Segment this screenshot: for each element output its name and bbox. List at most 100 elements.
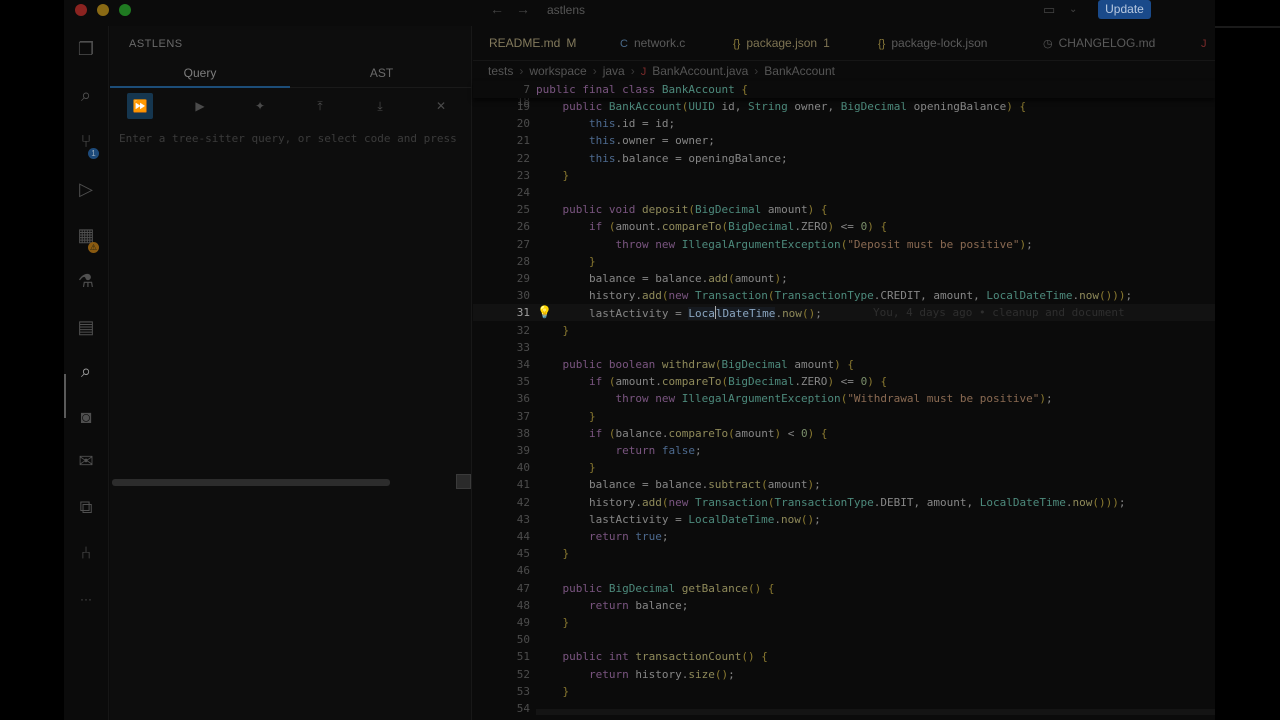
breadcrumb-class[interactable]: BankAccount <box>764 64 835 78</box>
minimize-window-button[interactable] <box>97 4 109 16</box>
line-number: 23 <box>516 168 530 182</box>
code-line[interactable]: return false; <box>536 444 701 457</box>
breadcrumb-tests[interactable]: tests <box>488 64 513 78</box>
line-number: 53 <box>516 684 530 698</box>
code-line[interactable]: balance = balance.add(amount); <box>536 272 788 285</box>
generate-query-button[interactable]: ✦ <box>247 93 273 119</box>
line-number: 7 <box>523 83 530 96</box>
warning-badge: ⚠ <box>88 242 99 253</box>
code-line[interactable]: public int transactionCount() { <box>536 650 768 663</box>
line-number: 29 <box>516 272 530 285</box>
line-number: 31 <box>516 306 530 320</box>
code-line[interactable]: if (amount.compareTo(BigDecimal.ZERO) <=… <box>536 220 887 233</box>
code-line[interactable]: balance = balance.subtract(amount); <box>536 478 821 491</box>
code-line[interactable]: throw new IllegalArgumentException("Depo… <box>536 238 1032 251</box>
line-number: 54 <box>516 702 530 715</box>
line-number: 28 <box>516 254 530 268</box>
code-line[interactable]: } <box>536 547 570 560</box>
code-line[interactable]: } <box>536 616 570 629</box>
line-number: 20 <box>516 117 530 131</box>
run-debug-icon[interactable]: ▷ <box>75 178 97 200</box>
vscode-window: ← → astlens ▭ ⌄ Update ❐ ⌕ ⑂ 1 ▷ ▦ ⚠ ⚗ ▤ ⌕ ◙ ✉ ⧉ ⑃ ···… <box>64 0 1215 720</box>
python-icon[interactable]: ⧉ <box>75 496 97 518</box>
code-line[interactable]: if (balance.compareTo(amount) < 0) { <box>536 427 827 440</box>
code-line[interactable]: } <box>536 461 596 474</box>
tab-changelog[interactable]: ◷ CHANGELOG.md <box>1043 26 1155 61</box>
code-line[interactable]: throw new IllegalArgumentException("With… <box>536 392 1052 405</box>
zoom-window-button[interactable] <box>119 4 131 16</box>
modified-indicator: M <box>566 36 577 50</box>
code-line[interactable]: public void deposit(BigDecimal amount) { <box>536 203 828 216</box>
clear-query-button[interactable]: ✕ <box>428 93 454 119</box>
forward-arrow-icon[interactable]: → <box>516 1 530 17</box>
code-line[interactable]: } <box>536 324 570 337</box>
tab-java-file[interactable]: J <box>1201 26 1213 61</box>
line-number: 36 <box>516 392 530 406</box>
code-line[interactable]: } <box>536 685 570 698</box>
code-line[interactable]: history.add(new Transaction(TransactionT… <box>536 496 1126 509</box>
code-line[interactable]: public boolean withdraw(BigDecimal amoun… <box>536 358 854 371</box>
code-line[interactable]: } <box>536 410 596 423</box>
code-line[interactable]: } <box>536 255 596 268</box>
code-line[interactable]: public BigDecimal getBalance() { <box>536 582 775 595</box>
tab-ast[interactable]: AST <box>291 66 472 86</box>
active-tab-underline <box>110 86 290 88</box>
breadcrumb-workspace[interactable]: workspace <box>529 64 586 78</box>
tab-readme[interactable]: README.md M <box>489 26 576 61</box>
copilot-icon[interactable]: ◙ <box>75 406 97 428</box>
window-title[interactable]: astlens <box>547 3 585 17</box>
account-icon[interactable]: ▭ <box>1043 2 1055 18</box>
search-icon[interactable]: ⌕ <box>75 84 97 106</box>
code-line[interactable]: lastActivity = LocalDateTime.now(); <box>536 513 821 526</box>
preview-icon: ◷ <box>1043 38 1053 50</box>
tab-query[interactable]: Query <box>110 66 290 86</box>
scrollbar-thumb[interactable] <box>112 479 390 486</box>
run-query-button[interactable]: ▶ <box>187 93 213 119</box>
back-arrow-icon[interactable]: ← <box>490 1 504 17</box>
line-number: 32 <box>516 323 530 337</box>
line-number: 22 <box>516 151 530 165</box>
c-file-icon: C <box>620 38 628 50</box>
code-line[interactable]: history.add(new Transaction(TransactionT… <box>536 289 1132 302</box>
code-line[interactable]: } <box>536 169 570 182</box>
editor-horizontal-scrollbar[interactable] <box>536 709 1215 715</box>
tab-package-json[interactable]: {} package.json 1 <box>733 26 830 61</box>
breadcrumb-java[interactable]: java <box>603 64 625 78</box>
chevron-right-icon: › <box>592 64 597 78</box>
run-all-button[interactable]: ⏩ <box>127 93 153 119</box>
code-line[interactable]: return balance; <box>536 599 688 612</box>
sticky-scroll-header[interactable]: 7 public final class BankAccount { <box>473 81 1215 98</box>
line-number: 49 <box>516 616 530 629</box>
more-icon[interactable]: ··· <box>75 588 97 610</box>
code-line[interactable]: this.balance = openingBalance; <box>536 152 788 165</box>
sticky-code: public final class BankAccount { <box>536 83 748 96</box>
update-button[interactable]: Update <box>1098 0 1151 19</box>
tab-package-lock-json[interactable]: {} package-lock.json <box>878 26 987 61</box>
code-line[interactable]: lastActivity = LocalDateTime.now(); <box>536 306 822 321</box>
export-query-button[interactable]: ⤒ <box>307 93 333 119</box>
astlens-icon[interactable]: ⌕ <box>75 360 97 382</box>
code-line[interactable]: return true; <box>536 530 669 543</box>
problems-count: 1 <box>823 36 830 50</box>
code-line[interactable]: if (amount.compareTo(BigDecimal.ZERO) <=… <box>536 375 887 388</box>
testing-icon[interactable]: ⚗ <box>75 270 97 292</box>
close-window-button[interactable] <box>75 4 87 16</box>
line-number: 39 <box>516 444 530 457</box>
code-line[interactable]: public BankAccount(UUID id, String owner… <box>536 100 1027 113</box>
breadcrumb-file[interactable]: BankAccount.java <box>652 64 748 78</box>
chevron-down-icon[interactable]: ⌄ <box>1069 4 1077 15</box>
explorer-icon[interactable]: ❐ <box>75 38 97 60</box>
query-input[interactable]: Enter a tree-sitter query, or select cod… <box>119 132 472 145</box>
code-line[interactable]: return history.size(); <box>536 668 735 681</box>
resize-handle[interactable] <box>456 474 471 489</box>
code-line[interactable]: this.id = id; <box>536 117 675 130</box>
chat-icon[interactable]: ✉ <box>75 450 97 472</box>
code-line[interactable]: this.owner = owner; <box>536 134 715 147</box>
line-number: 34 <box>516 358 530 371</box>
line-number: 25 <box>516 203 530 217</box>
import-query-button[interactable]: ⤓ <box>367 93 393 119</box>
code-editor[interactable]: 18 7 public final class BankAccount { 💡 … <box>473 81 1215 720</box>
tab-network-c[interactable]: Cnetwork.c <box>620 26 685 61</box>
git-graph-icon[interactable]: ⑃ <box>75 542 97 564</box>
remote-explorer-icon[interactable]: ▤ <box>75 316 97 338</box>
